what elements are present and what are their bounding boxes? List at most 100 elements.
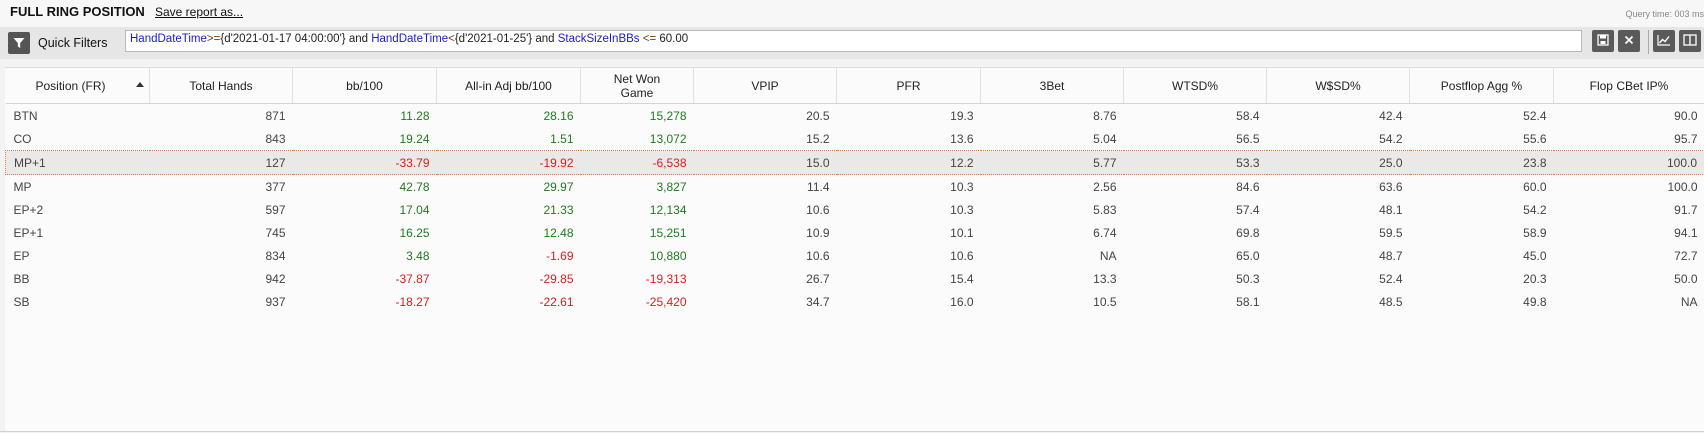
cell-3bet: 5.04 (1093, 131, 1117, 146)
cell-bb100: 16.25 (399, 225, 430, 240)
page-title: FULL RING POSITION (10, 4, 145, 19)
cell-postflop-agg: 49.8 (1523, 294, 1547, 309)
table-row[interactable]: MP 377 42.78 29.97 3,827 11.4 10.3 2.56 84.6 63.6… (6, 175, 1704, 199)
bottom-divider (0, 431, 1704, 432)
cell-3bet: 10.5 (1093, 294, 1117, 309)
cell-wtsd: 58.1 (1236, 294, 1260, 309)
cell-3bet: 8.76 (1093, 108, 1117, 123)
cell-3bet: 5.77 (980, 150, 1124, 175)
table-body: BTN 871 11.28 28.16 15,278 20.5 19.3 8.76 58.4 42… (5, 104, 1704, 314)
cell-vpip: 15.0 (693, 150, 837, 175)
column-header-wtsd[interactable]: WTSD% (1123, 68, 1267, 104)
save-icon (1597, 33, 1609, 49)
column-header-wsd[interactable]: W$SD% (1266, 68, 1410, 104)
query-time-label: Query time: 003 ms (1625, 9, 1704, 19)
column-header-label: PFR (896, 78, 921, 93)
stats-table: Position (FR) Total Hands bb/100 All-in … (5, 68, 1704, 313)
cell-position: EP (13, 248, 30, 263)
table-row[interactable]: BB 942 -37.87 -29.85 -19,313 26.7 15.4 13.3 50.3… (6, 267, 1704, 290)
filter-value: {d'2021-01-25'} (454, 33, 533, 45)
table-row[interactable]: EP+2 597 17.04 21.33 12,134 10.6 10.3 5.83 57.4 4… (6, 198, 1704, 221)
split-view-button[interactable] (1679, 30, 1701, 52)
cell-pfr: 10.3 (950, 202, 974, 217)
cell-3bet: 13.3 (1093, 271, 1117, 286)
cell-net-won: -25,420 (645, 294, 687, 309)
table-row[interactable]: SB 937 -18.27 -22.61 -25,420 34.7 16.0 10.5 58.1… (6, 290, 1704, 313)
cell-pfr: 12.2 (836, 150, 981, 175)
cell-pfr: 16.0 (950, 294, 974, 309)
column-header-bb100[interactable]: bb/100 (292, 68, 437, 104)
cell-wsd: 42.4 (1379, 108, 1403, 123)
cell-position: MP+1 (5, 150, 150, 175)
column-header-label: Position (FR) (35, 78, 106, 93)
filter-expression-input[interactable]: HandDateTime>={d'2021-01-17 04:00:00'} a… (125, 30, 1582, 52)
cell-postflop-agg: 20.3 (1523, 271, 1547, 286)
table-row[interactable]: MP+1 127 -33.79 -19.92 -6,538 15.0 12.2 5.77 53.… (5, 150, 1704, 175)
column-header-label: bb/100 (346, 78, 383, 93)
column-header-postflop-agg[interactable]: Postflop Agg % (1409, 68, 1554, 104)
cell-flop-cbet-ip: 100.0 (1553, 150, 1704, 175)
column-header-label: Flop CBet IP% (1589, 78, 1669, 93)
cell-bb100: 11.28 (400, 108, 430, 123)
column-header-position[interactable]: Position (FR) (5, 68, 150, 104)
cell-allin-adj-bb100: 21.33 (543, 202, 574, 217)
cell-wsd: 52.4 (1379, 271, 1403, 286)
funnel-icon (8, 32, 30, 54)
cell-wsd: 48.7 (1379, 248, 1403, 263)
table-row[interactable]: EP+1 745 16.25 12.48 15,251 10.9 10.1 6.74 69.8 5… (6, 221, 1704, 244)
column-header-flop-cbet-ip[interactable]: Flop CBet IP% (1553, 68, 1704, 104)
cell-net-won: 10,880 (649, 248, 687, 263)
filter-field: HandDateTime (371, 33, 449, 45)
table-row[interactable]: CO 843 19.24 1.51 13,072 15.2 13.6 5.04 56.5 54.2… (6, 127, 1704, 151)
column-header-total-hands[interactable]: Total Hands (149, 68, 293, 104)
cell-net-won: 3,827 (656, 179, 687, 194)
column-header-pfr[interactable]: PFR (836, 68, 981, 104)
cell-wtsd: 56.5 (1236, 131, 1260, 146)
cell-position: CO (13, 131, 32, 146)
column-header-label: 3Bet (1039, 78, 1065, 93)
cell-total-hands: 745 (265, 225, 286, 240)
cell-3bet: NA (1099, 248, 1117, 263)
cell-wtsd: 58.4 (1236, 108, 1260, 123)
cell-vpip: 15.2 (806, 131, 830, 146)
cell-vpip: 11.4 (807, 179, 830, 194)
cell-net-won: 15,251 (649, 225, 687, 240)
cell-allin-adj-bb100: -19.92 (436, 150, 581, 175)
cell-net-won: 12,134 (649, 202, 687, 217)
cell-flop-cbet-ip: 94.1 (1674, 225, 1698, 240)
column-header-vpip[interactable]: VPIP (693, 68, 837, 104)
cell-vpip: 26.7 (806, 271, 830, 286)
table-row[interactable]: BTN 871 11.28 28.16 15,278 20.5 19.3 8.76 58.4 42… (6, 104, 1704, 128)
column-header-3bet[interactable]: 3Bet (980, 68, 1124, 104)
cell-net-won: -6,538 (580, 150, 694, 175)
cell-pfr: 10.1 (950, 225, 974, 240)
quick-filters-button[interactable]: Quick Filters (8, 27, 107, 59)
cell-3bet: 5.83 (1093, 202, 1117, 217)
cell-total-hands: 942 (265, 271, 286, 286)
filter-value: 60.00 (659, 33, 689, 45)
cell-wsd: 54.2 (1379, 131, 1403, 146)
column-header-net-won-game[interactable]: Net Won Game (580, 68, 694, 104)
cell-position: BTN (13, 108, 38, 123)
cell-flop-cbet-ip: 72.7 (1674, 248, 1698, 263)
cell-postflop-agg: 23.8 (1409, 150, 1554, 175)
sort-ascending-icon (135, 82, 144, 87)
cell-postflop-agg: 45.0 (1523, 248, 1547, 263)
report-header: FULL RING POSITION Save report as... Que… (0, 0, 1704, 27)
cell-bb100: 19.24 (399, 131, 430, 146)
save-filter-button[interactable] (1592, 30, 1614, 52)
cell-pfr: 15.4 (950, 271, 974, 286)
clear-filter-button[interactable] (1618, 30, 1640, 52)
cell-allin-adj-bb100: -1.69 (546, 248, 574, 263)
close-icon (1624, 34, 1634, 48)
cell-allin-adj-bb100: 28.16 (543, 108, 574, 123)
filter-conjunction: and (345, 33, 372, 45)
cell-flop-cbet-ip: 90.0 (1674, 108, 1698, 123)
cell-vpip: 20.5 (806, 108, 830, 123)
cell-net-won: 15,278 (649, 108, 687, 123)
chart-button[interactable] (1653, 30, 1675, 52)
column-header-allin-adj-bb100[interactable]: All-in Adj bb/100 (436, 68, 581, 104)
save-report-link[interactable]: Save report as... (155, 5, 243, 19)
table-row[interactable]: EP 834 3.48 -1.69 10,880 10.6 10.6 NA 65.0 48.7 45… (6, 244, 1704, 267)
cell-3bet: 2.56 (1093, 179, 1117, 194)
